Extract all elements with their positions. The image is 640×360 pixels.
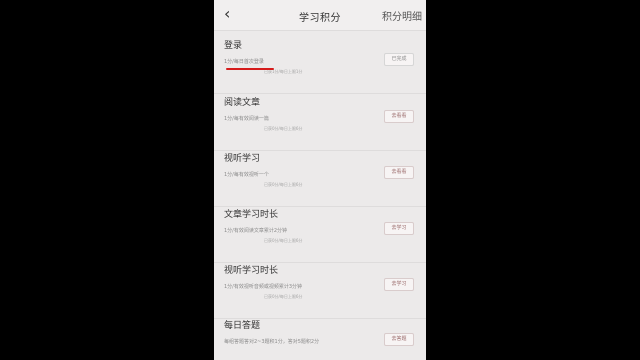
task-description: 每组答题答对2~3题积1分，答对5题积2分 <box>224 339 320 345</box>
go-task-button[interactable]: 去学习 <box>384 222 414 235</box>
task-title: 登录 <box>224 41 243 51</box>
task-progress: 已获0分/每日上限6分 <box>264 126 303 131</box>
completed-button[interactable]: 已完成 <box>384 53 414 66</box>
task-description: 1分/每日首次登录 <box>224 59 264 65</box>
go-task-button[interactable]: 去看看 <box>384 110 414 123</box>
phone-screen: ‹ 学习积分 积分明细 登录 1分/每日首次登录 已获1分/每日上限1分 已完成 阅读文… <box>214 0 426 360</box>
task-item: 视听学习时长 1分/有效视听音频或视频累计3分钟已获0分/每日上限6分 去学习 <box>214 263 426 319</box>
task-progress: 已获0分/每日上限6分 <box>264 294 303 299</box>
task-item: 登录 1分/每日首次登录 已获1分/每日上限1分 已完成 <box>214 38 426 94</box>
task-title: 视听学习 <box>224 154 261 164</box>
task-title: 每日答题 <box>224 321 261 331</box>
task-item: 每日答题每组答题答对2~3题积1分，答对5题积2分 去答题 <box>214 318 426 360</box>
task-title: 文章学习时长 <box>224 210 279 220</box>
task-item: 阅读文章 1分/每有效阅读一篇已获0分/每日上限6分 去看看 <box>214 95 426 151</box>
task-title: 视听学习时长 <box>224 266 279 276</box>
task-description: 1分/每有效视听一个 <box>224 172 269 178</box>
points-detail-link[interactable]: 积分明细 <box>382 8 422 23</box>
red-underline-mark <box>226 68 274 70</box>
go-task-button[interactable]: 去看看 <box>384 166 414 179</box>
task-progress: 已获0分/每日上限6分 <box>264 238 303 243</box>
go-task-button[interactable]: 去学习 <box>384 278 414 291</box>
divider <box>214 93 426 94</box>
go-task-button[interactable]: 去答题 <box>384 333 414 346</box>
top-bar: ‹ 学习积分 积分明细 <box>214 0 426 31</box>
task-description: 1分/有效阅读文章累计2分钟 <box>224 228 288 234</box>
task-item: 视听学习 1分/每有效视听一个已获0分/每日上限6分 去看看 <box>214 151 426 207</box>
task-description: 1分/有效视听音频或视频累计3分钟 <box>224 284 303 290</box>
task-title: 阅读文章 <box>224 98 261 108</box>
task-description: 1分/每有效阅读一篇 <box>224 116 269 122</box>
task-item: 文章学习时长 1分/有效阅读文章累计2分钟已获0分/每日上限6分 去学习 <box>214 207 426 263</box>
task-progress: 已获0分/每日上限6分 <box>264 182 303 187</box>
